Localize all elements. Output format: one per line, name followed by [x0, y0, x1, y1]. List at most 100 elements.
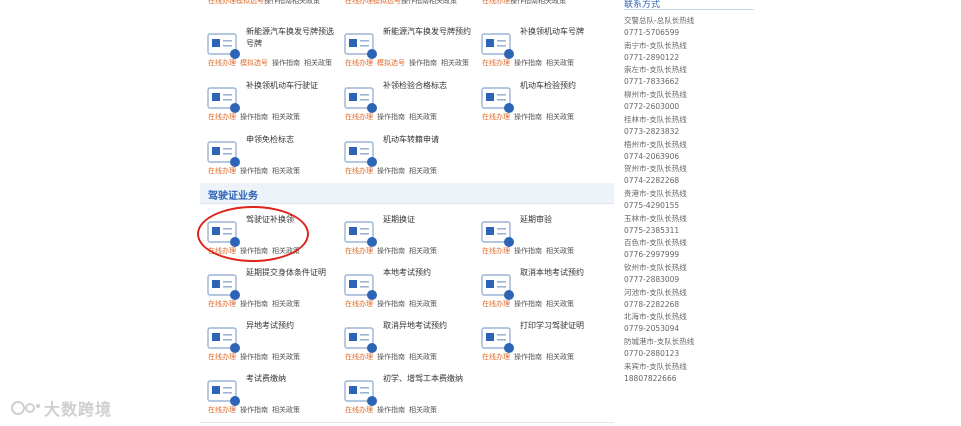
- online-handle-link[interactable]: 在线办理: [345, 406, 373, 414]
- policy-link[interactable]: 相关政策: [272, 353, 300, 361]
- guide-link[interactable]: 操作指南: [377, 353, 405, 361]
- service-item[interactable]: 取消异地考试预约 在线办理 操作指南 相关政策: [337, 318, 477, 372]
- online-handle-link[interactable]: 在线办理: [482, 300, 510, 308]
- policy-link[interactable]: 相关政策: [441, 59, 469, 67]
- online-handle-link[interactable]: 在线办理: [345, 167, 373, 175]
- service-item[interactable]: 初学、增驾工本费缴纳在线办理 操作指南 相关政策: [337, 371, 477, 425]
- guide-link[interactable]: 操作指南: [377, 113, 405, 121]
- policy-link[interactable]: 相关政策: [409, 247, 437, 255]
- policy-link[interactable]: 相关政策: [272, 113, 300, 121]
- online-handle-link[interactable]: 在线办理: [208, 300, 236, 308]
- service-item[interactable]: 延期审验在线办理 操作指南 相关政策: [474, 212, 614, 266]
- online-handle-link[interactable]: 在线办理: [208, 167, 236, 175]
- policy-link[interactable]: 相关政策: [304, 59, 332, 67]
- service-name[interactable]: 延期换证: [383, 214, 475, 226]
- guide-link[interactable]: 操作指南: [240, 406, 268, 414]
- online-handle-link[interactable]: 在线办理: [345, 353, 373, 361]
- service-item[interactable]: 机动车转籍申请在线办理 操作指南 相关政策: [337, 132, 477, 186]
- online-handle-link[interactable]: 在线办理: [482, 0, 510, 5]
- online-handle-link[interactable]: 在线办理: [208, 113, 236, 121]
- guide-link[interactable]: 操作指南: [240, 353, 268, 361]
- service-item[interactable]: 本地考试预约 在线办理 操作指南 相关政策: [337, 265, 477, 319]
- service-item[interactable]: 申领免检标志在线办理 操作指南 相关政策: [200, 132, 340, 186]
- guide-link[interactable]: 操作指南: [240, 300, 268, 308]
- policy-link[interactable]: 相关政策: [538, 0, 566, 5]
- service-name[interactable]: 本地考试预约: [383, 267, 475, 279]
- online-handle-link[interactable]: 在线办理: [345, 113, 373, 121]
- service-item[interactable]: 考试费缴纳在线办理 操作指南 相关政策: [200, 371, 340, 425]
- online-handle-link[interactable]: 在线办理: [208, 406, 236, 414]
- service-name[interactable]: 新能源汽车换发号牌预选号牌: [246, 26, 338, 50]
- policy-link[interactable]: 相关政策: [409, 300, 437, 308]
- service-item[interactable]: 异地考试预约在线办理 操作指南 相关政策: [200, 318, 340, 372]
- online-handle-link[interactable]: 在线办理: [208, 353, 236, 361]
- mock-select-link[interactable]: 模拟选号: [377, 59, 405, 67]
- service-name[interactable]: 初学、增驾工本费缴纳: [383, 373, 475, 385]
- service-item[interactable]: 打印学习驾驶证明在线办理 操作指南 相关政策: [474, 318, 614, 372]
- service-name[interactable]: 打印学习驾驶证明: [520, 320, 612, 332]
- guide-link[interactable]: 操作指南: [514, 113, 542, 121]
- guide-link[interactable]: 操作指南: [377, 247, 405, 255]
- service-name[interactable]: 延期审验: [520, 214, 612, 226]
- guide-link[interactable]: 操作指南: [510, 0, 538, 5]
- online-handle-link[interactable]: 在线办理: [482, 353, 510, 361]
- service-name[interactable]: 补换领机动车行驶证: [246, 80, 338, 92]
- service-item[interactable]: 机动车检验预约在线办理 操作指南 相关政策: [474, 78, 614, 132]
- policy-link[interactable]: 相关政策: [409, 167, 437, 175]
- service-name[interactable]: 取消本地考试预约: [520, 267, 612, 279]
- service-name[interactable]: 机动车检验预约: [520, 80, 612, 92]
- policy-link[interactable]: 相关政策: [429, 0, 457, 5]
- online-handle-link[interactable]: 在线办理: [208, 59, 236, 67]
- policy-link[interactable]: 相关政策: [409, 113, 437, 121]
- policy-link[interactable]: 相关政策: [272, 300, 300, 308]
- service-name[interactable]: 申领免检标志: [246, 134, 338, 146]
- service-item[interactable]: 补换领机动车行驶证在线办理 操作指南 相关政策: [200, 78, 340, 132]
- guide-link[interactable]: 操作指南: [377, 167, 405, 175]
- service-item[interactable]: 取消本地考试预约在线办理 操作指南 相关政策: [474, 265, 614, 319]
- service-name[interactable]: 新能源汽车换发号牌预约: [383, 26, 475, 38]
- online-handle-link[interactable]: 在线办理: [482, 247, 510, 255]
- policy-link[interactable]: 相关政策: [272, 167, 300, 175]
- service-name[interactable]: 机动车转籍申请: [383, 134, 475, 146]
- service-item[interactable]: 补换领机动车号牌在线办理 操作指南 相关政策: [474, 24, 614, 78]
- online-handle-link[interactable]: 在线办理: [345, 247, 373, 255]
- online-handle-link[interactable]: 在线办理: [482, 113, 510, 121]
- online-handle-link[interactable]: 在线办理: [345, 59, 373, 67]
- guide-link[interactable]: 操作指南: [240, 113, 268, 121]
- policy-link[interactable]: 相关政策: [292, 0, 320, 5]
- policy-link[interactable]: 相关政策: [409, 406, 437, 414]
- guide-link[interactable]: 操作指南: [401, 0, 429, 5]
- policy-link[interactable]: 相关政策: [546, 247, 574, 255]
- policy-link[interactable]: 相关政策: [272, 406, 300, 414]
- policy-link[interactable]: 相关政策: [546, 353, 574, 361]
- policy-link[interactable]: 相关政策: [409, 353, 437, 361]
- guide-link[interactable]: 操作指南: [514, 247, 542, 255]
- online-handle-link[interactable]: 在线办理: [345, 0, 373, 5]
- mock-select-link[interactable]: 模拟选号: [236, 0, 264, 5]
- guide-link[interactable]: 操作指南: [409, 59, 437, 67]
- service-name[interactable]: 补领检验合格标志: [383, 80, 475, 92]
- policy-link[interactable]: 相关政策: [546, 300, 574, 308]
- mock-select-link[interactable]: 模拟选号: [240, 59, 268, 67]
- online-handle-link[interactable]: 在线办理: [208, 0, 236, 5]
- service-name[interactable]: 考试费缴纳: [246, 373, 338, 385]
- service-name[interactable]: 异地考试预约: [246, 320, 338, 332]
- policy-link[interactable]: 相关政策: [546, 113, 574, 121]
- policy-link[interactable]: 相关政策: [546, 59, 574, 67]
- guide-link[interactable]: 操作指南: [377, 300, 405, 308]
- service-item[interactable]: 延期换证在线办理 操作指南 相关政策: [337, 212, 477, 266]
- service-item[interactable]: 延期提交身体条件证明在线办理 操作指南 相关政策: [200, 265, 340, 319]
- service-item[interactable]: 新能源汽车换发号牌预约在线办理 模拟选号 操作指南 相关政策: [337, 24, 477, 78]
- guide-link[interactable]: 操作指南: [272, 59, 300, 67]
- guide-link[interactable]: 操作指南: [514, 353, 542, 361]
- guide-link[interactable]: 操作指南: [514, 59, 542, 67]
- service-name[interactable]: 延期提交身体条件证明: [246, 267, 338, 279]
- mock-select-link[interactable]: 模拟选号: [373, 0, 401, 5]
- service-item[interactable]: 新能源汽车换发号牌预选号牌在线办理 模拟选号 操作指南 相关政策: [200, 24, 340, 78]
- online-handle-link[interactable]: 在线办理: [482, 59, 510, 67]
- guide-link[interactable]: 操作指南: [240, 167, 268, 175]
- guide-link[interactable]: 操作指南: [377, 406, 405, 414]
- service-name[interactable]: 补换领机动车号牌: [520, 26, 612, 38]
- guide-link[interactable]: 操作指南: [514, 300, 542, 308]
- guide-link[interactable]: 操作指南: [264, 0, 292, 5]
